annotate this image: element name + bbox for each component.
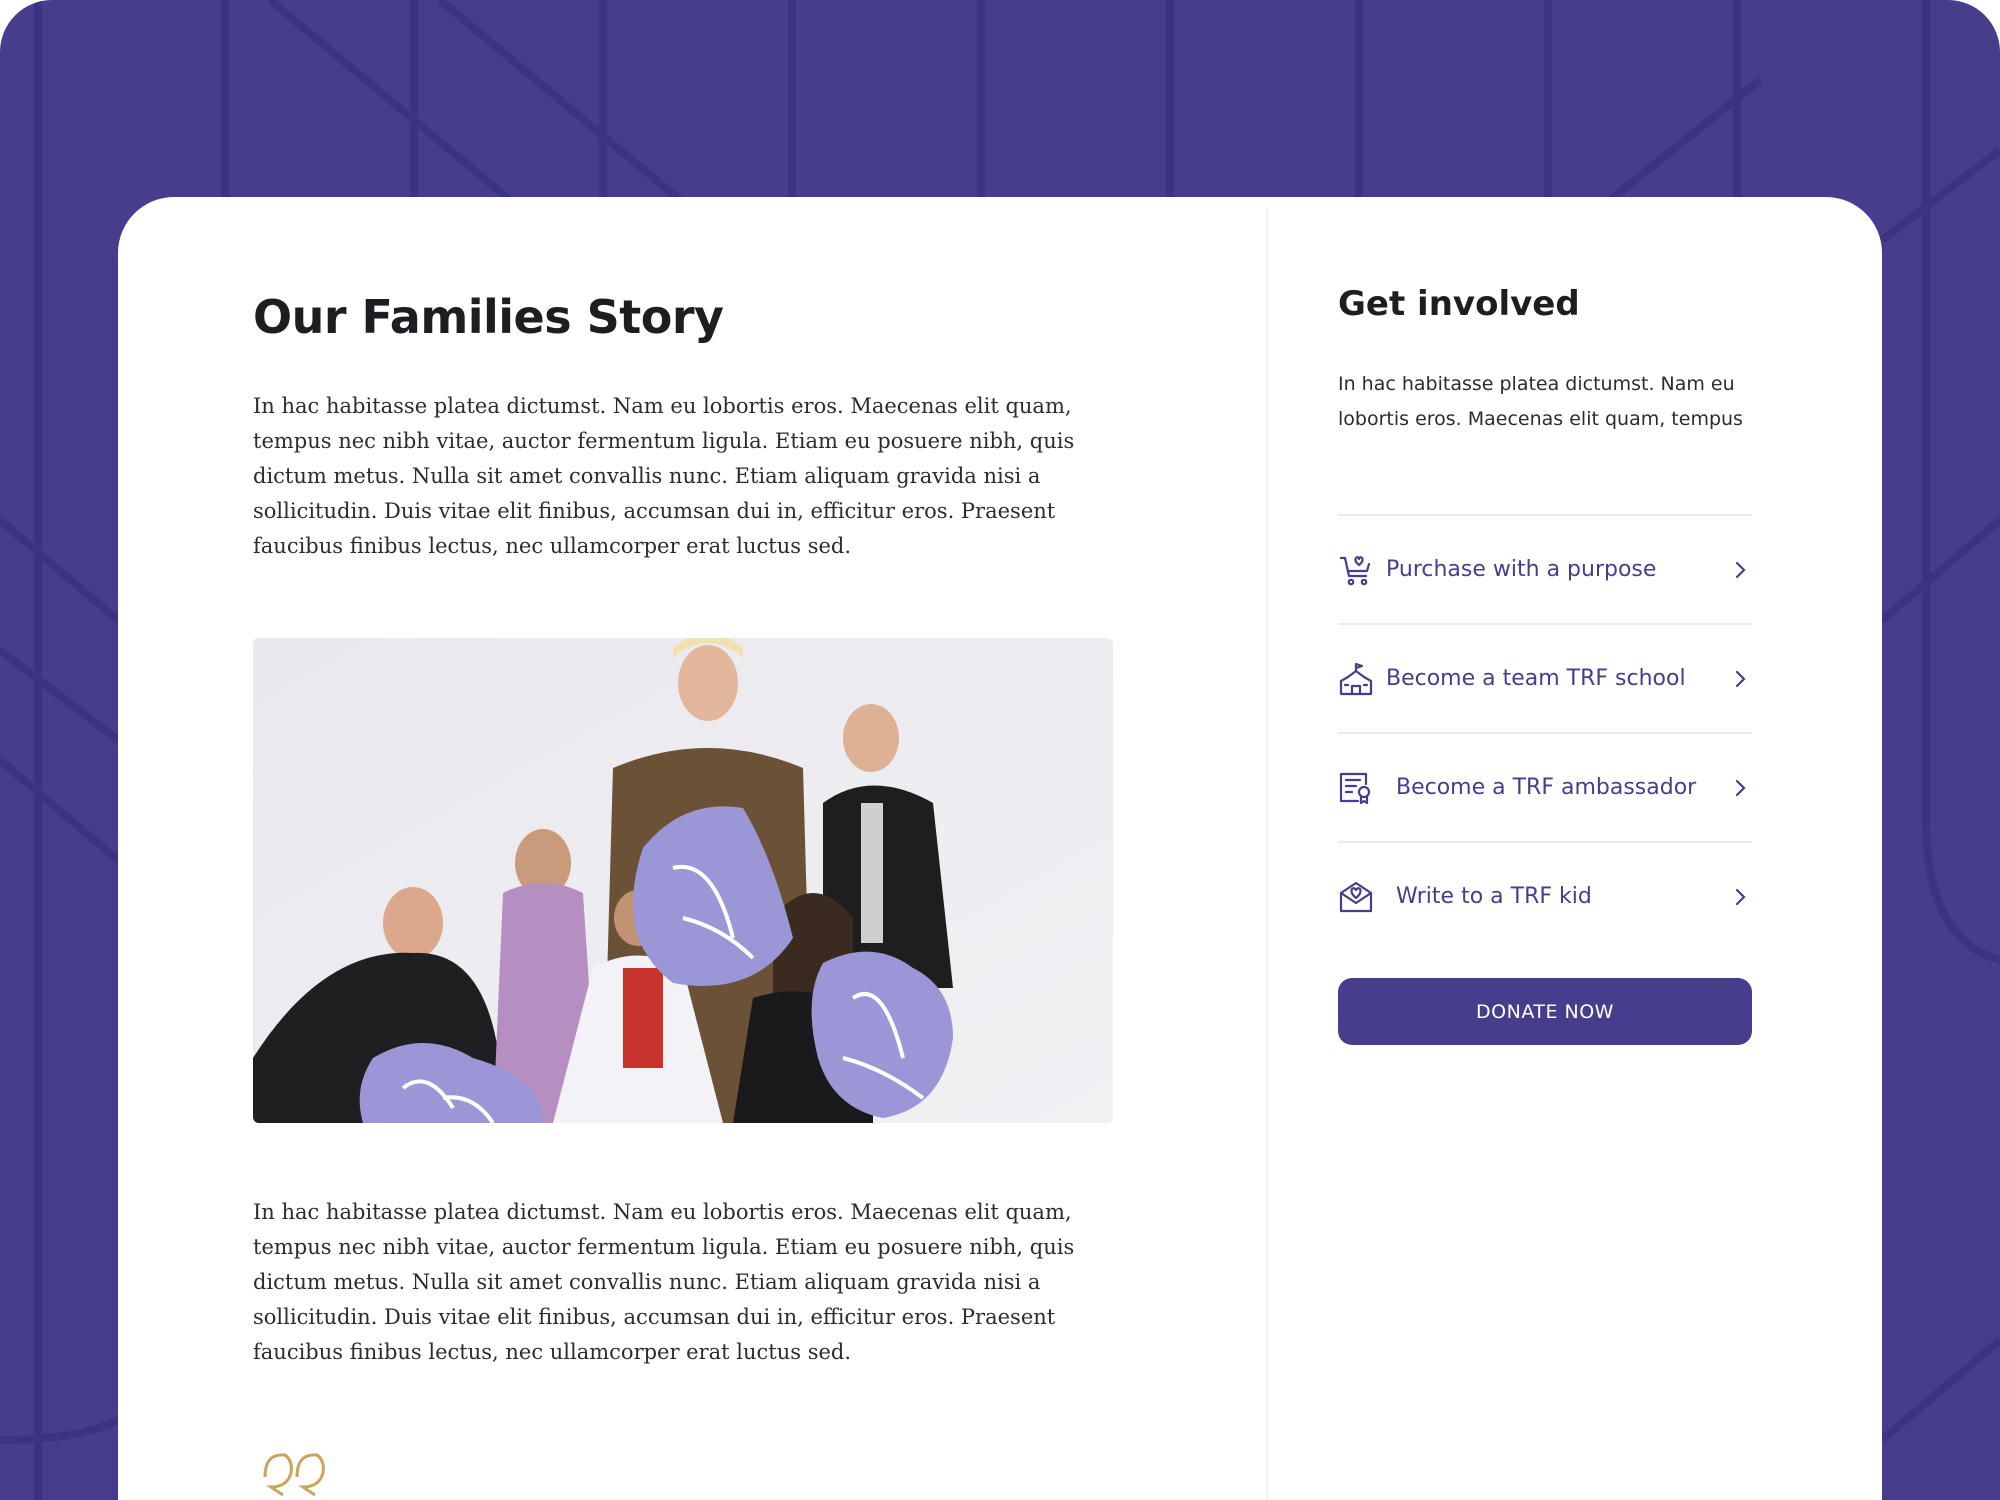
column-divider <box>1266 207 1268 1500</box>
team-trf-school-link[interactable]: Become a team TRF school <box>1338 623 1752 732</box>
link-label: Become a TRF ambassador <box>1396 775 1697 800</box>
shopping-cart-heart-icon <box>1339 555 1371 585</box>
write-to-trf-kid-link[interactable]: Write to a TRF kid <box>1338 841 1752 950</box>
certificate-icon <box>1339 772 1371 804</box>
content-card: Our Families Story In hac habitasse plat… <box>118 197 1882 1500</box>
chevron-right-icon <box>1735 670 1746 687</box>
page-frame: Our Families Story In hac habitasse plat… <box>0 0 2000 1500</box>
page-title: Our Families Story <box>253 290 724 344</box>
link-label: Become a team TRF school <box>1386 666 1686 691</box>
link-label: Purchase with a purpose <box>1386 557 1657 582</box>
trf-ambassador-link[interactable]: Become a TRF ambassador <box>1338 732 1752 841</box>
chevron-right-icon <box>1735 888 1746 905</box>
envelope-heart-icon <box>1339 881 1373 912</box>
panel-title: Get involved <box>1338 284 1580 324</box>
panel-description: In hac habitasse platea dictumst. Nam eu… <box>1338 373 1743 430</box>
involvement-links: Purchase with a purpose Become a team TR… <box>1338 514 1752 950</box>
quote-icon <box>263 1453 325 1497</box>
school-building-icon <box>1339 662 1373 695</box>
story-paragraph: In hac habitasse platea dictumst. Nam eu… <box>253 1200 1075 1364</box>
donate-now-button[interactable]: DONATE NOW <box>1338 978 1752 1045</box>
link-label: Write to a TRF kid <box>1396 884 1592 909</box>
story-paragraph: In hac habitasse platea dictumst. Nam eu… <box>253 394 1075 558</box>
family-photo <box>253 638 1113 1123</box>
chevron-right-icon <box>1735 779 1746 796</box>
purchase-with-purpose-link[interactable]: Purchase with a purpose <box>1338 514 1752 623</box>
chevron-right-icon <box>1735 561 1746 578</box>
